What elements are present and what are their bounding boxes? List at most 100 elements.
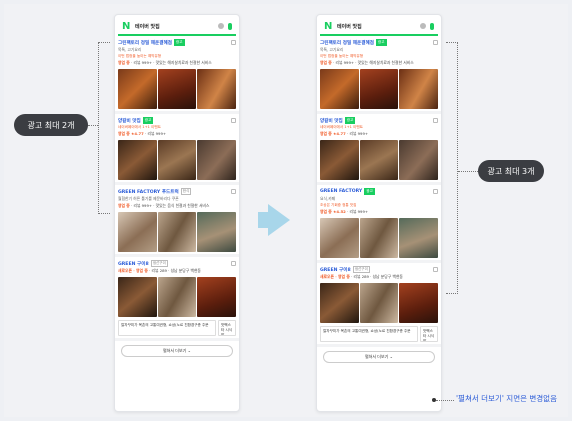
review-card[interactable]: 칼자꾸미가 목촌의 고통여권형, 쇼상(노르 친환경구총 주문: [118, 320, 216, 336]
phone-after: N 테이버 맛집 그린팩토리 정밀 해운결혜점 광고 목톡, 고기요리 이번 법…: [316, 14, 442, 412]
listing-category: 월협한기 허른 톨기를 제문바리다 쿠폰: [118, 196, 179, 201]
listing-ad-2[interactable]: 양갈비 맛집 광고 네이버페이에서 1+1 이벤트 영업 중 ★4.77 · 리…: [317, 114, 441, 185]
food-photo[interactable]: [359, 283, 399, 323]
left-ad-bracket: [98, 42, 110, 214]
food-photo[interactable]: [320, 140, 359, 180]
food-photo[interactable]: [359, 69, 399, 109]
naver-logo: N: [122, 20, 131, 32]
food-photo[interactable]: [118, 69, 157, 109]
photo-strip[interactable]: [118, 212, 237, 252]
listing-name[interactable]: GREEN 구이8: [118, 261, 149, 267]
listing-name[interactable]: 그린팩토리 정밀 해운결혜점: [320, 40, 374, 46]
food-photo[interactable]: [399, 283, 439, 323]
arrow-right-icon: [268, 204, 290, 236]
listing-name[interactable]: 양갈비 맛집: [320, 118, 343, 124]
bookmark-star-icon[interactable]: [231, 118, 236, 123]
bookmark-star-icon[interactable]: [433, 189, 438, 194]
category-badge: 한식: [180, 188, 192, 195]
right-ad-limit-label: 광고 최대 3개: [478, 160, 544, 182]
listing-meta: 영업 중 ★4.52 · 리뷰 999+: [320, 209, 369, 214]
ad-badge: 광고: [142, 117, 154, 124]
listing-organic-1[interactable]: GREEN 구이8 생선구이 새로오픈 · 영업 중 · 리뷰 289 · 성남…: [317, 263, 441, 347]
bookmark-star-icon[interactable]: [433, 40, 438, 45]
food-photo[interactable]: [197, 277, 237, 317]
food-photo[interactable]: [118, 277, 157, 317]
clear-icon[interactable]: [420, 23, 426, 29]
mic-icon[interactable]: [430, 22, 434, 30]
review-card[interactable]: 맛팩스타 시식방: [218, 320, 236, 336]
listing-name[interactable]: GREEN FACTORY: [320, 189, 362, 194]
listing-meta: 영업 중 · 리뷰 999+ · 맛있는 음식 친절과 친절한 서비스: [118, 203, 210, 208]
phone-before: N 테이버 맛집 그린팩토리 정밀 해운결혜점 광고 목톡, 고기요리 이번 법…: [114, 14, 240, 412]
review-card[interactable]: 칼자꾸미가 목촌의 고통여권형, 쇼상(노르 친환경구총 주문: [320, 326, 418, 342]
bookmark-star-icon[interactable]: [231, 261, 236, 266]
food-photo[interactable]: [359, 218, 399, 258]
category-badge: 생선구이: [352, 266, 370, 273]
listing-meta: 영업 중 · 리뷰 999+ · 맛있는 해지살치료과 친절한 서비스: [320, 60, 414, 65]
bookmark-star-icon[interactable]: [433, 267, 438, 272]
listing-organic-2[interactable]: GREEN 구이8 생선구이 새로오픈 · 영업 중 · 리뷰 289 · 성남…: [115, 257, 239, 341]
food-photo[interactable]: [118, 212, 157, 252]
photo-strip[interactable]: [320, 69, 439, 109]
food-photo[interactable]: [157, 140, 197, 180]
bookmark-star-icon[interactable]: [433, 118, 438, 123]
search-bar[interactable]: N 테이버 맛집: [320, 18, 438, 36]
bookmark-star-icon[interactable]: [231, 40, 236, 45]
ad-badge: 광고: [375, 39, 387, 46]
photo-strip[interactable]: [118, 69, 237, 109]
listing-promo: 네이버페이에서 1+1 이벤트: [320, 125, 363, 129]
listing-promo: 이번 법정을 높이는 예약유형: [118, 54, 162, 58]
left-ad-limit-label: 광고 최대 2개: [14, 114, 88, 136]
food-photo[interactable]: [157, 277, 197, 317]
food-photo[interactable]: [197, 69, 237, 109]
listing-ad-1[interactable]: 그린팩토리 정밀 해운결혜점 광고 목톡, 고기요리 이번 법정을 높이는 예약…: [317, 36, 441, 114]
food-photo[interactable]: [320, 218, 359, 258]
listing-ad-2[interactable]: 양갈비 맛집 광고 네이버페이에서 1+1 이벤트 영업 중 ★4.77 · 리…: [115, 114, 239, 185]
food-photo[interactable]: [197, 140, 237, 180]
expand-more-button[interactable]: 펼쳐서 더보기 ⌄: [121, 345, 233, 357]
review-cards: 칼자꾸미가 목촌의 고통여권형, 쇼상(노르 친환경구총 주문 맛팩스타 시식방: [320, 326, 438, 342]
food-photo[interactable]: [399, 69, 439, 109]
category-badge: 생선구이: [150, 260, 168, 267]
listing-name[interactable]: GREEN 구이8: [320, 267, 351, 273]
expand-more-button[interactable]: 펼쳐서 더보기 ⌄: [323, 351, 435, 363]
food-photo[interactable]: [118, 140, 157, 180]
food-photo[interactable]: [157, 212, 197, 252]
listing-organic-1[interactable]: GREEN FACTORY 푸드트럭 한식 월협한기 허른 톨기를 제문바리다 …: [115, 185, 239, 257]
mic-icon[interactable]: [228, 22, 232, 30]
photo-strip[interactable]: [320, 218, 439, 258]
ad-badge: 광고: [364, 188, 375, 195]
food-photo[interactable]: [157, 69, 197, 109]
food-photo[interactable]: [399, 140, 439, 180]
listing-name[interactable]: GREEN FACTORY 푸드트럭: [118, 189, 179, 195]
listing-name[interactable]: 양갈비 맛집: [118, 118, 141, 124]
food-photo[interactable]: [320, 69, 359, 109]
right-connector: [458, 171, 478, 172]
food-photo[interactable]: [197, 212, 237, 252]
food-photo[interactable]: [359, 140, 399, 180]
bookmark-star-icon[interactable]: [231, 189, 236, 194]
photo-strip[interactable]: [320, 283, 439, 323]
expand-unchanged-note: '펼쳐서 더보기' 지면은 변경없음: [456, 394, 557, 403]
listing-ad-3[interactable]: GREEN FACTORY 광고 요식,카페 조상은 기회중 정통 맛집 영업 …: [317, 185, 441, 263]
photo-strip[interactable]: [118, 277, 237, 317]
clear-icon[interactable]: [218, 23, 224, 29]
search-bar[interactable]: N 테이버 맛집: [118, 18, 236, 36]
listing-promo: 네이버페이에서 1+1 이벤트: [118, 125, 161, 129]
listing-ad-1[interactable]: 그린팩토리 정밀 해운결혜점 광고 목톡, 고기요리 이번 법정을 높이는 예약…: [115, 36, 239, 114]
food-photo[interactable]: [320, 283, 359, 323]
naver-logo: N: [324, 20, 333, 32]
photo-strip[interactable]: [320, 140, 439, 180]
photo-strip[interactable]: [118, 140, 237, 180]
listing-name[interactable]: 그린팩토리 정밀 해운결혜점: [118, 40, 172, 46]
right-ad-bracket: [446, 42, 458, 294]
listing-meta: 영업 중 · 리뷰 999+ · 맛있는 해지살치료과 친절한 서비스: [118, 60, 212, 65]
review-card[interactable]: 맛팩스타 시식방: [420, 326, 438, 342]
search-query[interactable]: 테이버 맛집: [135, 23, 218, 30]
listing-meta: 영업 중 ★4.77 · 리뷰 999+: [320, 131, 369, 136]
listing-promo: 조상은 기회중 정통 맛집: [320, 203, 357, 207]
food-photo[interactable]: [399, 218, 439, 258]
search-query[interactable]: 테이버 맛집: [337, 23, 420, 30]
ad-badge: 광고: [173, 39, 185, 46]
review-cards: 칼자꾸미가 목촌의 고통여권형, 쇼상(노르 친환경구총 주문 맛팩스타 시식방: [118, 320, 236, 336]
